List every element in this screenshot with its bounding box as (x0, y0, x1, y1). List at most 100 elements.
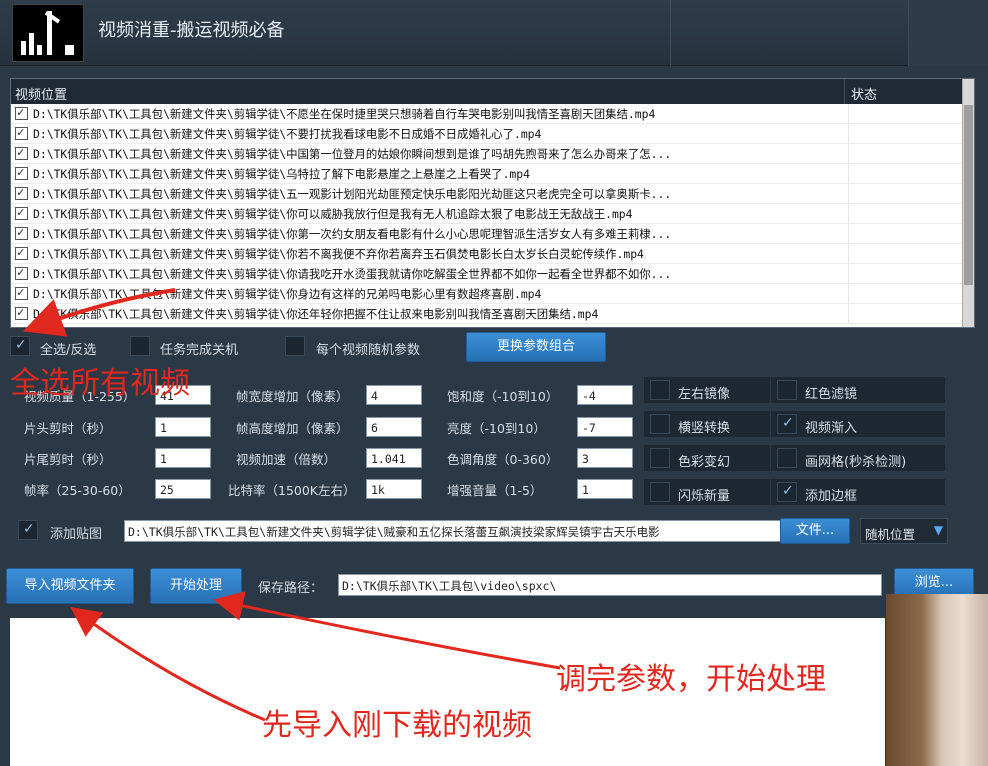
row-path: D:\TK俱乐部\TK\工具包\新建文件夹\剪辑学徒\你还年轻你把握不住让叔来电… (33, 306, 599, 321)
option-grid-label: 画网格(秒杀检测) (805, 455, 907, 470)
annotation-import: 先导入刚下载的视频 (262, 708, 532, 743)
start-button[interactable]: 开始处理 (150, 568, 242, 604)
row-path: D:\TK俱乐部\TK\工具包\新建文件夹\剪辑学徒\不要打扰我看球电影不日成婚… (33, 126, 542, 141)
option-border-checkbox[interactable] (777, 482, 797, 502)
row-status (848, 304, 974, 323)
row-path: D:\TK俱乐部\TK\工具包\新建文件夹\剪辑学徒\不愿坐在保时捷里哭只想骑着… (33, 106, 656, 121)
list-item[interactable]: D:\TK俱乐部\TK\工具包\新建文件夹\剪辑学徒\你若不离我便不弃你若离弃玉… (11, 244, 974, 264)
option-red-filter[interactable]: 红色滤镜 (770, 376, 946, 404)
sticker-file-button[interactable]: 文件... (780, 518, 850, 544)
list-item[interactable]: D:\TK俱乐部\TK\工具包\新建文件夹\剪辑学徒\不愿坐在保时捷里哭只想骑着… (11, 104, 974, 124)
app-title: 视频消重-搬运视频必备 (98, 20, 285, 41)
height-add-label: 帧高度增加（像素） (236, 421, 349, 436)
height-add-input[interactable]: 6 (366, 417, 422, 437)
row-checkbox[interactable] (15, 105, 28, 120)
option-fade-in[interactable]: 视频渐入 (770, 410, 946, 438)
row-path: D:\TK俱乐部\TK\工具包\新建文件夹\剪辑学徒\你可以威胁我放行但是我有无… (33, 206, 633, 221)
column-header-status[interactable]: 状态 (845, 79, 974, 104)
import-folder-button[interactable]: 导入视频文件夹 (6, 568, 134, 604)
option-fade-in-label: 视频渐入 (805, 421, 858, 436)
app-logo (12, 4, 84, 62)
chevron-down-icon: ▼ (933, 523, 943, 537)
fps-input[interactable]: 25 (155, 479, 211, 499)
option-border[interactable]: 添加边框 (770, 478, 946, 506)
option-fade-in-checkbox[interactable] (777, 414, 797, 434)
list-item[interactable]: D:\TK俱乐部\TK\工具包\新建文件夹\剪辑学徒\中国第一位登月的姑娘你瞬间… (11, 144, 974, 164)
row-checkbox[interactable] (15, 285, 28, 300)
change-params-button[interactable]: 更换参数组合 (466, 332, 606, 362)
list-item[interactable]: D:\TK俱乐部\TK\工具包\新建文件夹\剪辑学徒\你请我吃开水烫蛋我就请你吃… (11, 264, 974, 284)
shutdown-label: 任务完成关机 (160, 343, 239, 358)
video-file-list[interactable]: 视频位置 状态 D:\TK俱乐部\TK\工具包\新建文件夹\剪辑学徒\不愿坐在保… (10, 78, 975, 328)
row-checkbox[interactable] (15, 185, 28, 200)
bitrate-input[interactable]: 1k (366, 479, 422, 499)
list-item[interactable]: D:\TK俱乐部\TK\工具包\新建文件夹\剪辑学徒\你身边有这样的兄弟吗电影心… (11, 284, 974, 304)
head-cut-input[interactable]: 1 (155, 417, 211, 437)
head-cut-label: 片头剪时（秒） (24, 421, 112, 436)
row-path: D:\TK俱乐部\TK\工具包\新建文件夹\剪辑学徒\你第一次约女朋友看电影有什… (33, 226, 672, 241)
list-item[interactable]: D:\TK俱乐部\TK\工具包\新建文件夹\剪辑学徒\不要打扰我看球电影不日成婚… (11, 124, 974, 144)
hue-input[interactable]: 3 (577, 448, 633, 468)
option-grid-checkbox[interactable] (777, 448, 797, 468)
row-checkbox[interactable] (15, 205, 28, 220)
speed-input[interactable]: 1.041 (366, 448, 422, 468)
row-status (848, 244, 974, 263)
bitrate-label: 比特率（1500K左右） (228, 483, 356, 498)
webcam-overlay (886, 594, 988, 766)
sticker-label: 添加贴图 (50, 527, 103, 542)
row-status (848, 184, 974, 203)
window-controls[interactable] (908, 0, 988, 66)
option-mirror-checkbox[interactable] (650, 380, 670, 400)
select-all-checkbox[interactable] (10, 336, 30, 356)
list-scrollbar-thumb[interactable] (964, 105, 973, 285)
row-checkbox[interactable] (15, 265, 28, 280)
saturation-input[interactable]: -4 (577, 385, 633, 405)
row-checkbox[interactable] (15, 165, 28, 180)
save-path-label: 保存路径： (258, 581, 324, 596)
list-item[interactable]: D:\TK俱乐部\TK\工具包\新建文件夹\剪辑学徒\你还年轻你把握不住让叔来电… (11, 304, 974, 324)
option-rotate-checkbox[interactable] (650, 414, 670, 434)
save-path-input[interactable]: D:\TK俱乐部\TK\工具包\video\spxc\ (338, 574, 882, 596)
sticker-path-input[interactable]: D:\TK俱乐部\TK\工具包\新建文件夹\剪辑学徒\贼豪和五亿探长落蕾互飙演技… (124, 520, 784, 542)
row-checkbox[interactable] (15, 125, 28, 140)
row-status (848, 104, 974, 123)
width-add-label: 帧宽度增加（像素） (236, 389, 349, 404)
list-scrollbar[interactable] (962, 79, 974, 327)
option-red-filter-checkbox[interactable] (777, 380, 797, 400)
list-item[interactable]: D:\TK俱乐部\TK\工具包\新建文件夹\剪辑学徒\五一观影计划阳光劫匪预定快… (11, 184, 974, 204)
column-header-location[interactable]: 视频位置 (11, 79, 845, 104)
row-path: D:\TK俱乐部\TK\工具包\新建文件夹\剪辑学徒\你请我吃开水烫蛋我就请你吃… (33, 266, 672, 281)
row-status (848, 124, 974, 143)
annotation-params: 调完参数，开始处理 (556, 662, 826, 697)
sticker-position-value: 随机位置 (865, 527, 916, 542)
option-flicker-checkbox[interactable] (650, 482, 670, 502)
brightness-label: 亮度（-10到10） (447, 421, 546, 436)
random-params-checkbox[interactable] (285, 336, 305, 356)
option-grid[interactable]: 画网格(秒杀检测) (770, 444, 946, 472)
sticker-checkbox[interactable] (18, 520, 38, 540)
option-color-shift-checkbox[interactable] (650, 448, 670, 468)
list-item[interactable]: D:\TK俱乐部\TK\工具包\新建文件夹\剪辑学徒\乌特拉了解下电影悬崖之上悬… (11, 164, 974, 184)
row-checkbox[interactable] (15, 305, 28, 320)
width-add-input[interactable]: 4 (366, 385, 422, 405)
row-status (848, 264, 974, 283)
row-checkbox[interactable] (15, 245, 28, 260)
list-item[interactable]: D:\TK俱乐部\TK\工具包\新建文件夹\剪辑学徒\你可以威胁我放行但是我有无… (11, 204, 974, 224)
tail-cut-input[interactable]: 1 (155, 448, 211, 468)
fps-label: 帧率（25-30-60） (24, 483, 131, 498)
volume-input[interactable]: 1 (577, 479, 633, 499)
tail-cut-label: 片尾剪时（秒） (24, 452, 112, 467)
row-checkbox[interactable] (15, 225, 28, 240)
option-mirror-label: 左右镜像 (678, 387, 731, 402)
shutdown-checkbox[interactable] (130, 336, 150, 356)
row-checkbox[interactable] (15, 145, 28, 160)
row-path: D:\TK俱乐部\TK\工具包\新建文件夹\剪辑学徒\乌特拉了解下电影悬崖之上悬… (33, 166, 531, 181)
list-item[interactable]: D:\TK俱乐部\TK\工具包\新建文件夹\剪辑学徒\你第一次约女朋友看电影有什… (11, 224, 974, 244)
list-header: 视频位置 状态 (11, 79, 974, 104)
row-status (848, 144, 974, 163)
row-path: D:\TK俱乐部\TK\工具包\新建文件夹\剪辑学徒\你若不离我便不弃你若离弃玉… (33, 246, 644, 261)
sticker-position-select[interactable]: 随机位置 ▼ (860, 518, 948, 544)
row-status (848, 164, 974, 183)
brightness-input[interactable]: -7 (577, 417, 633, 437)
title-divider (670, 0, 671, 66)
